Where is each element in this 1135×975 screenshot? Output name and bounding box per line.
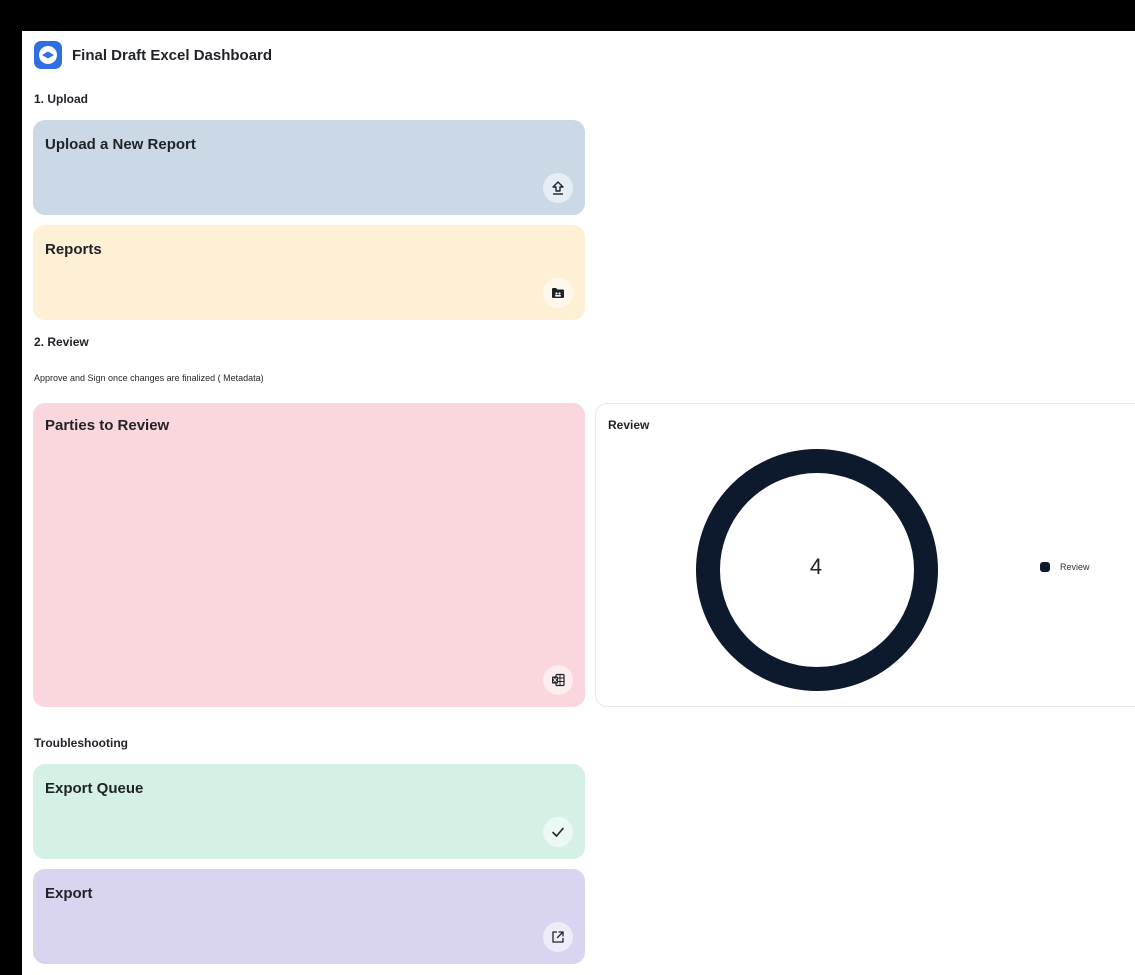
export-queue-title: Export Queue <box>45 780 144 797</box>
excel-icon[interactable] <box>543 665 573 695</box>
legend-swatch <box>1040 562 1050 572</box>
export-title: Export <box>45 885 93 902</box>
external-link-icon[interactable] <box>543 922 573 952</box>
section-review-label: 2. Review <box>34 335 89 349</box>
reports-title: Reports <box>45 241 102 258</box>
app-title: Final Draft Excel Dashboard <box>72 46 273 64</box>
parties-to-review-card[interactable]: Parties to Review <box>33 403 585 707</box>
donut-center-value: 4 <box>809 554 823 579</box>
upload-icon[interactable] <box>543 173 573 203</box>
dashboard-page: Final Draft Excel Dashboard 1. Upload Up… <box>22 31 1135 975</box>
section-troubleshooting-label: Troubleshooting <box>34 736 128 750</box>
legend-label: Review <box>1060 562 1090 572</box>
app-header: Final Draft Excel Dashboard <box>34 41 272 69</box>
reports-card[interactable]: Reports <box>33 225 585 320</box>
export-card[interactable]: Export <box>33 869 585 964</box>
checkmark-icon[interactable] <box>543 817 573 847</box>
export-queue-card[interactable]: Export Queue <box>33 764 585 859</box>
donut-chart <box>696 449 938 691</box>
parties-to-review-title: Parties to Review <box>45 417 170 434</box>
review-chart-card: Review 4 Review <box>595 403 1135 707</box>
section-review-description: Approve and Sign once changes are finali… <box>34 373 264 383</box>
upload-report-card[interactable]: Upload a New Report <box>33 120 585 215</box>
app-logo-icon <box>34 41 62 69</box>
upload-report-title: Upload a New Report <box>45 136 196 153</box>
folder-icon[interactable] <box>543 278 573 308</box>
section-upload-label: 1. Upload <box>34 92 89 106</box>
chart-legend[interactable]: Review <box>1040 562 1090 572</box>
